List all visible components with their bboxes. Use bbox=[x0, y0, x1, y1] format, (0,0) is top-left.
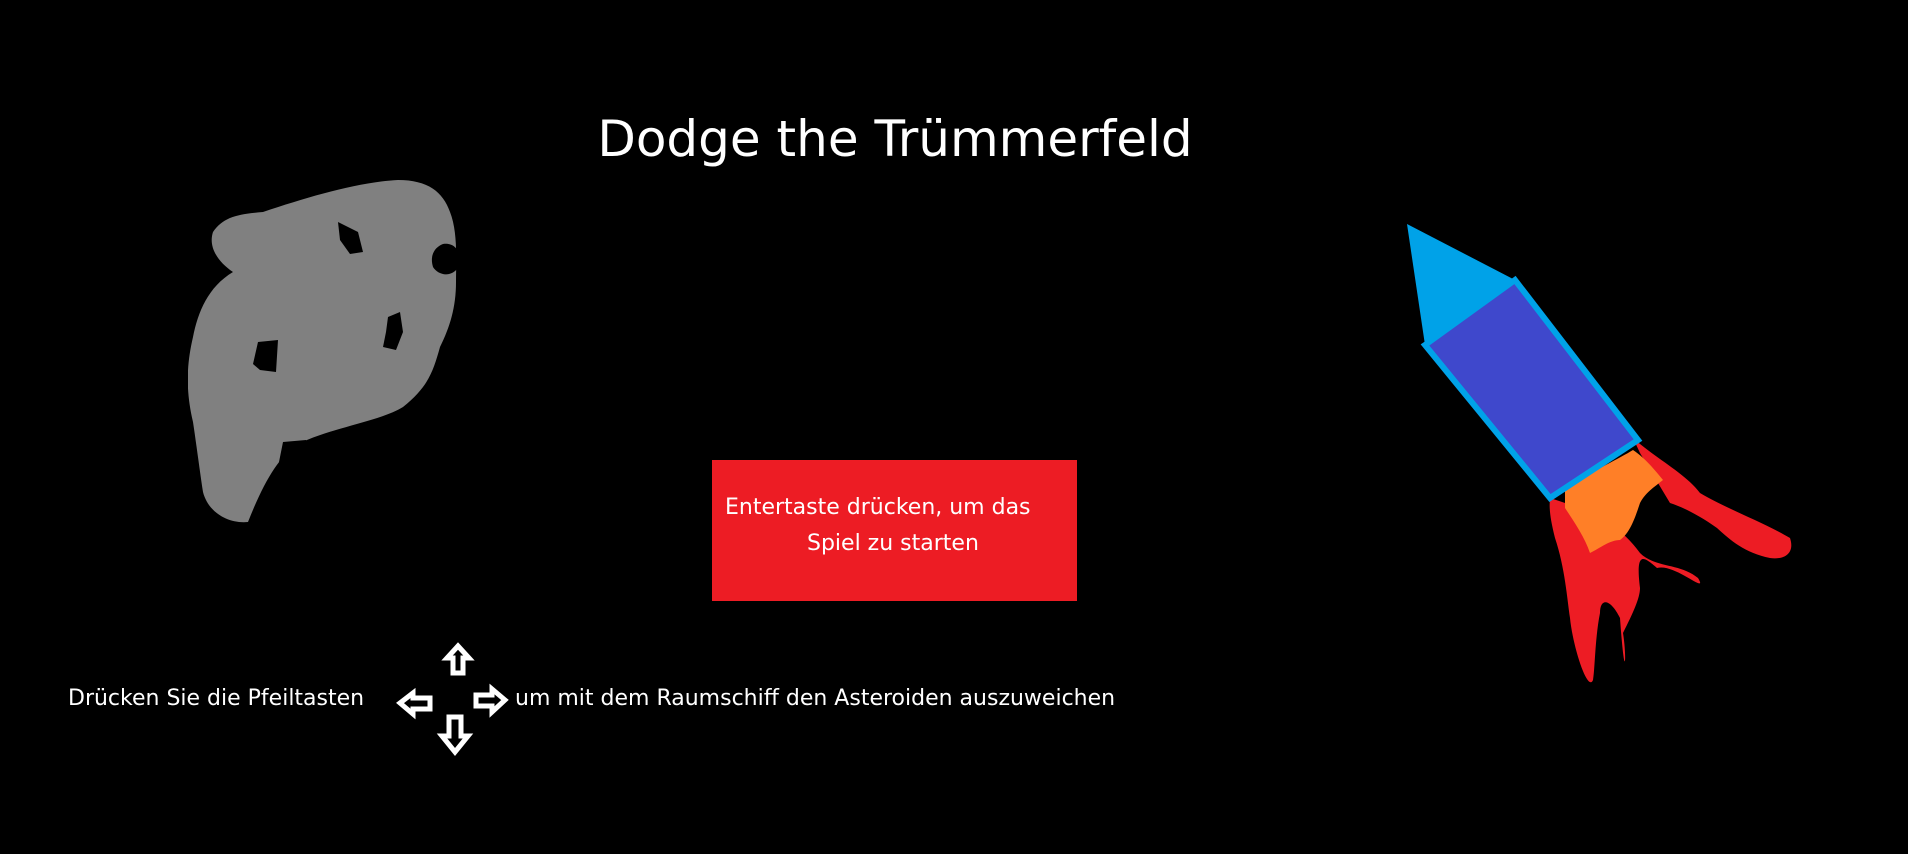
rocket-sprite bbox=[1407, 224, 1792, 683]
game-screen: Dodge the Trümmerfeld Entertaste drücken… bbox=[0, 0, 1908, 854]
arrow-up-icon bbox=[441, 642, 475, 676]
game-title: Dodge the Trümmerfeld bbox=[597, 110, 1193, 168]
controls-hint-prefix: Drücken Sie die Pfeiltasten bbox=[68, 686, 365, 711]
asteroid-body bbox=[188, 180, 457, 523]
arrow-right-icon bbox=[473, 683, 509, 718]
asteroid-sprite bbox=[188, 180, 460, 523]
arrow-down-icon bbox=[436, 714, 474, 756]
arrow-left-icon bbox=[396, 687, 433, 720]
asteroid-crater bbox=[278, 440, 310, 474]
start-prompt-line2: Spiel zu starten bbox=[807, 531, 979, 556]
flame-right-tongue bbox=[1633, 438, 1792, 559]
asteroid-crater bbox=[401, 415, 430, 447]
start-game-button[interactable]: Entertaste drücken, um das Spiel zu star… bbox=[712, 460, 1077, 601]
arrow-keys-icon bbox=[396, 642, 509, 756]
controls-hint-suffix: um mit dem Raumschiff den Asteroiden aus… bbox=[515, 686, 1116, 711]
start-prompt-line1: Entertaste drücken, um das bbox=[725, 495, 1031, 520]
